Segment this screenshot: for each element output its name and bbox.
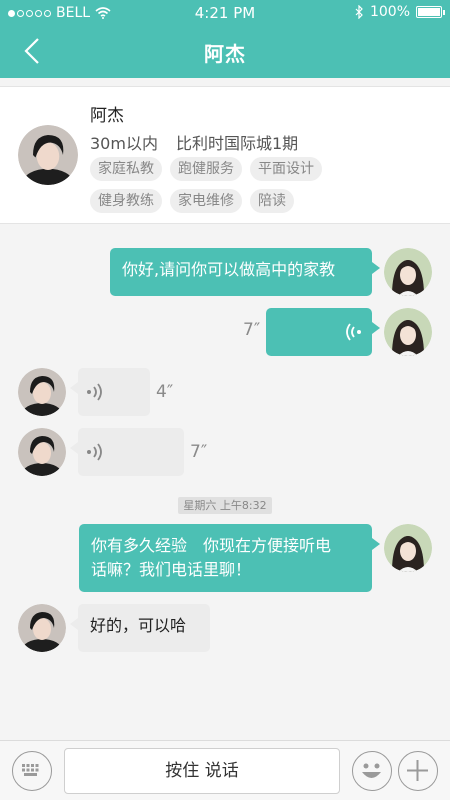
plus-icon: [407, 760, 428, 781]
page-title: 阿杰: [204, 42, 246, 66]
voice-duration: 7″: [190, 442, 208, 462]
contact-profile-card[interactable]: 阿杰 30m以内 比利时国际城1期 家庭私教 跑健服务 平面设计 健身教练 家电维…: [0, 86, 450, 224]
battery-icon: [416, 6, 445, 18]
incoming-voice-message[interactable]: [70, 368, 150, 416]
message-text-line: 你有多久经验 你现在方便接听电: [91, 536, 332, 555]
incoming-voice-message[interactable]: [70, 428, 184, 476]
my-avatar[interactable]: [384, 524, 432, 572]
timestamp-label: 星期六 上午8:32: [178, 497, 272, 514]
contact-avatar[interactable]: [18, 428, 66, 476]
hold-to-talk-button[interactable]: 按住 说话: [64, 748, 340, 794]
contact-avatar[interactable]: [18, 604, 66, 652]
voice-wave-icon: [346, 323, 361, 341]
service-tag: 跑健服务: [170, 157, 242, 181]
chat-messages[interactable]: 你好,请问你可以做高中的家教 7″ 4″ 7″ 星期六 上午8:32 你有多久经…: [0, 230, 450, 740]
service-tag: 家庭私教: [90, 157, 162, 181]
contact-name: 阿杰: [90, 106, 124, 126]
message-text-line: 话嘛？我们电话里聊！: [91, 560, 252, 579]
message-text: 你好,请问你可以做高中的家教: [122, 260, 336, 279]
input-toolbar: 按住 说话: [0, 740, 450, 800]
battery-percentage: 100%: [369, 4, 410, 20]
message-text: 好的，可以哈: [90, 616, 187, 635]
service-tags: 家庭私教 跑健服务 平面设计 健身教练 家电维修 陪读: [90, 157, 340, 213]
contact-location: 比利时国际城1期: [175, 134, 299, 153]
my-avatar[interactable]: [384, 308, 432, 356]
more-options-button[interactable]: [398, 751, 438, 791]
voice-wave-icon: [87, 443, 102, 461]
contact-distance: 30m以内: [90, 134, 158, 153]
incoming-text-message[interactable]: 好的，可以哈: [70, 604, 210, 652]
service-tag: 平面设计: [250, 157, 322, 181]
voice-duration: 4″: [156, 382, 174, 402]
emoji-button[interactable]: [352, 751, 392, 791]
contact-avatar[interactable]: [18, 125, 78, 185]
bluetooth-icon: [355, 5, 363, 19]
smiley-icon: [362, 763, 381, 778]
contact-info-line: 30m以内 比利时国际城1期: [90, 130, 298, 154]
service-tag: 家电维修: [170, 189, 242, 213]
voice-duration: 7″: [243, 320, 261, 340]
my-avatar[interactable]: [384, 248, 432, 296]
outgoing-text-message[interactable]: 你好,请问你可以做高中的家教: [110, 248, 380, 296]
navigation-header: BELL 4:21 PM 100% 阿杰: [0, 0, 450, 78]
message-timestamp: 星期六 上午8:32: [0, 494, 450, 514]
keyboard-toggle-button[interactable]: [12, 751, 52, 791]
outgoing-voice-message[interactable]: [266, 308, 380, 356]
keyboard-icon: [22, 764, 39, 776]
service-tag: 陪读: [250, 189, 294, 213]
voice-wave-icon: [87, 383, 102, 401]
outgoing-text-message[interactable]: 你有多久经验 你现在方便接听电 话嘛？我们电话里聊！: [79, 524, 380, 592]
status-bar: BELL 4:21 PM 100%: [0, 0, 450, 26]
contact-avatar[interactable]: [18, 368, 66, 416]
service-tag: 健身教练: [90, 189, 162, 213]
